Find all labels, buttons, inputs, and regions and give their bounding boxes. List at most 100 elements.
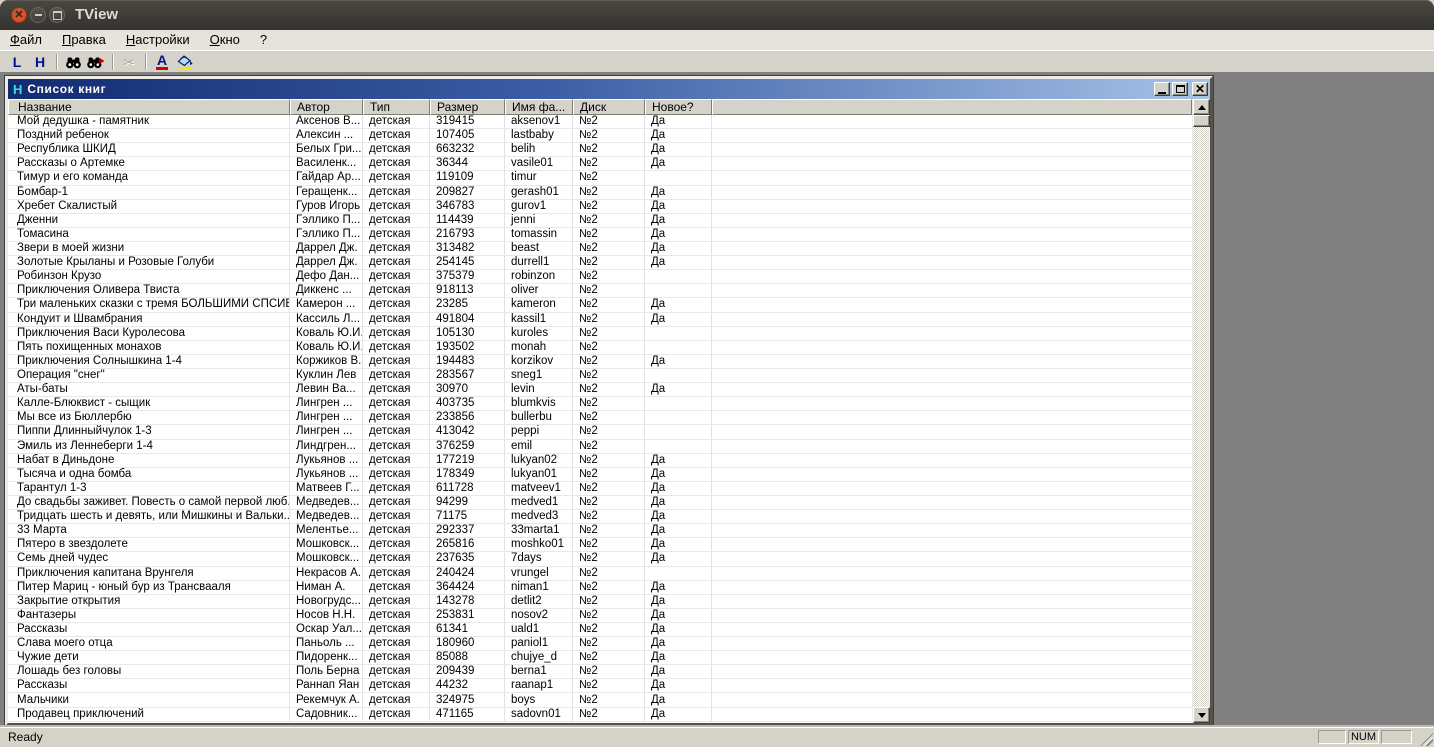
fill-color-button[interactable] <box>174 52 196 72</box>
resize-grip[interactable] <box>1420 733 1433 746</box>
menu-settings[interactable]: Настройки <box>116 30 200 50</box>
child-close-button[interactable]: ✕ <box>1192 82 1208 96</box>
status-panel-1 <box>1318 730 1346 744</box>
table-row[interactable]: Рассказы Оскар Уал... детская 61341 uald… <box>8 622 1192 638</box>
table-row[interactable]: Три маленьких сказки с тремя БОЛЬШИМИ СП… <box>8 298 1192 313</box>
cell-size: 364424 <box>430 580 505 594</box>
cell-type: детская <box>363 241 430 256</box>
table-row[interactable]: Питер Мариц - юный бур из Трансвааля Ним… <box>8 580 1192 595</box>
scrollbar-track[interactable] <box>1193 127 1210 707</box>
window-titlebar[interactable]: ✕ TView <box>0 0 1434 30</box>
cell-filename: kuroles <box>505 326 573 340</box>
table-row[interactable]: Эмиль из Леннеберги 1-4 Линдгрен... детс… <box>8 439 1192 454</box>
table-row[interactable]: Пять похищенных монахов Коваль Ю.И. детс… <box>8 340 1192 355</box>
table-row[interactable]: Мой дедушка - памятник Аксенов В... детс… <box>8 115 1192 130</box>
window-minimize-button[interactable] <box>30 7 46 23</box>
menu-window[interactable]: Окно <box>200 30 250 50</box>
cell-disk: №2 <box>573 270 645 284</box>
column-header-disk[interactable]: Диск <box>573 99 645 115</box>
table-row[interactable]: Тридцать шесть и девять, или Мишкины и В… <box>8 510 1192 525</box>
cell-size: 178349 <box>430 467 505 481</box>
find-next-button[interactable] <box>85 52 107 72</box>
cell-disk: №2 <box>573 439 645 453</box>
table-row[interactable]: Рассказы о Артемке Василенк... детская 3… <box>8 157 1192 172</box>
table-row[interactable]: Семь дней чудес Мошковск... детская 2376… <box>8 552 1192 567</box>
table-row[interactable]: Мы все из Бюллербю Лингрен ... детская 2… <box>8 411 1192 426</box>
column-header-type[interactable]: Тип <box>363 99 430 115</box>
menu-help[interactable]: ? <box>250 30 277 50</box>
child-maximize-button[interactable] <box>1172 82 1188 96</box>
cell-new: Да <box>645 510 712 524</box>
child-minimize-button[interactable] <box>1154 82 1170 96</box>
cell-title: Три маленьких сказки с тремя БОЛЬШИМИ СП… <box>8 298 290 312</box>
table-row[interactable]: Бомбар-1 Геращенк... детская 209827 gera… <box>8 185 1192 200</box>
menu-file[interactable]: Файл <box>0 30 52 50</box>
table-row[interactable]: Тимур и его команда Гайдар Ар... детская… <box>8 171 1192 186</box>
table-row[interactable]: Рассказы Раннап Яан детская 44232 raanap… <box>8 679 1192 694</box>
table-row[interactable]: Приключения Солнышкина 1-4 Коржиков В. д… <box>8 354 1192 369</box>
window-maximize-button[interactable] <box>49 7 65 23</box>
column-header-new[interactable]: Новое? <box>645 99 712 115</box>
column-header-size[interactable]: Размер <box>430 99 505 115</box>
table-row[interactable]: Аты-баты Левин Ва... детская 30970 levin… <box>8 383 1192 398</box>
table-row[interactable]: Калле-Блюквист - сыщик Лингрен ... детск… <box>8 397 1192 412</box>
column-header-name[interactable]: Название <box>8 99 290 115</box>
table-row[interactable]: Лошадь без головы Поль Берна детская 209… <box>8 665 1192 680</box>
table-row[interactable]: Чужие дети Пидоренк... детская 85088 chu… <box>8 651 1192 666</box>
find-button[interactable] <box>62 52 84 72</box>
column-header-filename[interactable]: Имя фа... <box>505 99 573 115</box>
table-row[interactable]: Приключения Оливера Твиста Диккенс ... д… <box>8 284 1192 299</box>
cell-type: детская <box>363 538 430 552</box>
cell-disk: №2 <box>573 312 645 326</box>
table-row[interactable]: Слава моего отца Паньоль ... детская 180… <box>8 637 1192 652</box>
font-color-button[interactable]: A <box>151 52 173 72</box>
table-row[interactable]: Мальчики Рекемчук А. детская 324975 boys… <box>8 693 1192 708</box>
table-row[interactable]: Операция "снег" Куклин Лев детская 28356… <box>8 368 1192 384</box>
child-window-titlebar[interactable]: H Список книг ✕ <box>8 79 1210 99</box>
table-row[interactable]: Набат в Диньдоне Лукьянов ... детская 17… <box>8 453 1192 468</box>
table-row[interactable]: Тарантул 1-3 Матвеев Г... детская 611728… <box>8 481 1192 496</box>
cell-author: Паньоль ... <box>290 637 363 651</box>
scroll-up-button[interactable] <box>1193 99 1210 115</box>
window-close-button[interactable]: ✕ <box>11 7 27 23</box>
list-style-h-button[interactable]: H <box>29 52 51 72</box>
table-row[interactable]: До свадьбы заживет. Повесть о самой перв… <box>8 495 1192 511</box>
cell-title: Рассказы <box>8 622 290 637</box>
table-row[interactable]: Приключения Васи Куролесова Коваль Ю.И. … <box>8 326 1192 341</box>
table-row[interactable]: Хребет Скалистый Гуров Игорь детская 346… <box>8 199 1192 214</box>
column-header-author[interactable]: Автор <box>290 99 363 115</box>
table-row[interactable]: Республика ШКИД Белых Гри... детская 663… <box>8 143 1192 158</box>
vertical-scrollbar[interactable] <box>1192 99 1210 723</box>
cell-disk: №2 <box>573 227 645 241</box>
table-row[interactable]: Пиппи Длинныйчулок 1-3 Лингрен ... детск… <box>8 425 1192 440</box>
scroll-down-button[interactable] <box>1193 707 1210 723</box>
cell-new: Да <box>645 594 712 608</box>
column-header-filler <box>712 99 1192 115</box>
table-row[interactable]: Тысяча и одна бомба Лукьянов ... детская… <box>8 467 1192 482</box>
cell-type: детская <box>363 707 430 721</box>
table-row[interactable]: Золотые Крыланы и Розовые Голуби Даррел … <box>8 256 1192 271</box>
cell-filler <box>712 214 1192 227</box>
cell-author: Коваль Ю.И. <box>290 340 363 354</box>
cell-new <box>645 326 712 340</box>
cut-button[interactable]: ✂ <box>118 52 140 72</box>
table-row[interactable]: Томасина Гэллико П... детская 216793 tom… <box>8 227 1192 242</box>
menu-edit[interactable]: Правка <box>52 30 116 50</box>
table-row[interactable]: Кондуит и Швамбрания Кассиль Л... детска… <box>8 312 1192 327</box>
table-row[interactable]: Дженни Гэллико П... детская 114439 jenni… <box>8 213 1192 228</box>
table-row[interactable]: Продавец приключений Садовник... детская… <box>8 707 1192 722</box>
list-style-l-button[interactable]: L <box>6 52 28 72</box>
cell-filename: aksenov1 <box>505 115 573 129</box>
table-row[interactable]: Фантазеры Носов Н.Н. детская 253831 noso… <box>8 608 1192 623</box>
scrollbar-thumb[interactable] <box>1193 115 1210 127</box>
table-row[interactable]: Поздний ребенок Алексин ... детская 1074… <box>8 129 1192 144</box>
table-row[interactable]: Закрытие открытия Новогрудс... детская 1… <box>8 594 1192 609</box>
table-row[interactable]: 33 Марта Мелентье... детская 292337 33ma… <box>8 524 1192 539</box>
table-row[interactable]: Пятеро в звездолете Мошковск... детская … <box>8 538 1192 553</box>
cell-disk: №2 <box>573 467 645 481</box>
cell-title: Аты-баты <box>8 383 290 397</box>
table-row[interactable]: Робинзон Крузо Дефо Дан... детская 37537… <box>8 270 1192 285</box>
document-h-icon: H <box>13 81 23 97</box>
table-row[interactable]: Звери в моей жизни Даррел Дж. детская 31… <box>8 241 1192 257</box>
table-row[interactable]: Приключения капитана Врунгеля Некрасов А… <box>8 566 1192 581</box>
